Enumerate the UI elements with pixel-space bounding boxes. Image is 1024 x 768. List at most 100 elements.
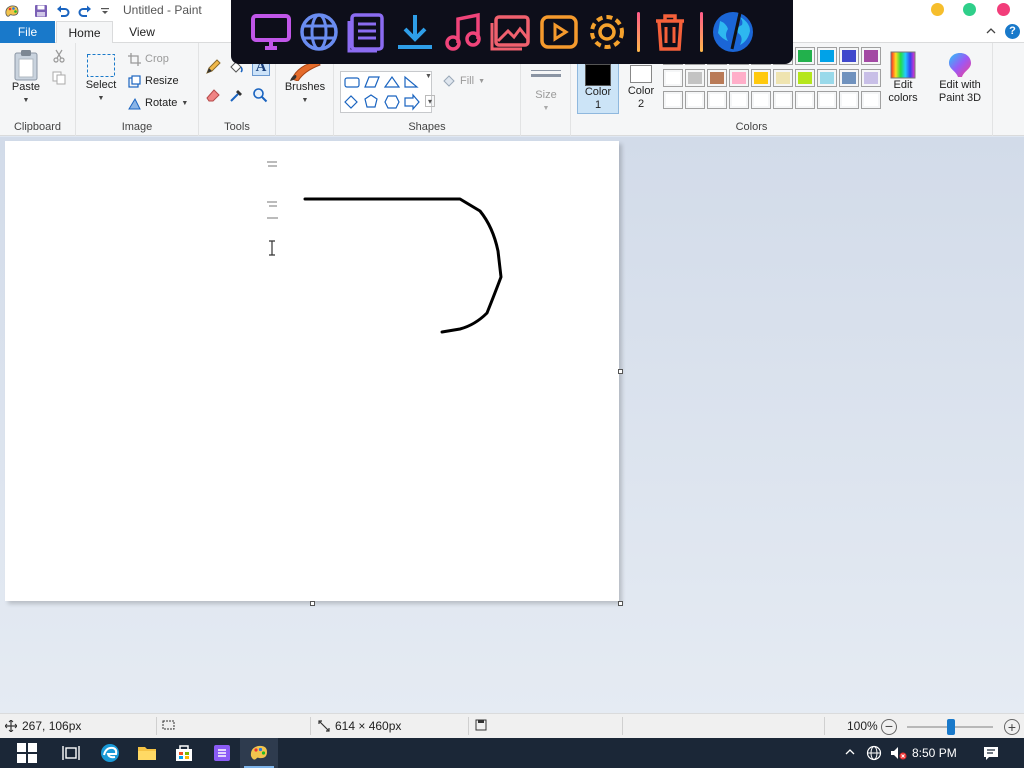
customize-quick-access-icon[interactable]: [96, 2, 114, 19]
palette-swatch[interactable]: [685, 91, 705, 109]
tab-file[interactable]: File: [0, 21, 55, 43]
palette-swatch[interactable]: [861, 47, 881, 65]
palette-swatch[interactable]: [773, 91, 793, 109]
taskbar-clock[interactable]: 8:50 PM: [912, 746, 957, 760]
palette-swatch[interactable]: [685, 69, 705, 87]
zoom-slider-thumb[interactable]: [947, 719, 955, 735]
fill-button[interactable]: Fill ▼: [442, 72, 485, 90]
triangle-shape-icon[interactable]: [383, 75, 401, 88]
edit-with-paint3d-button[interactable]: Edit with Paint 3D: [931, 51, 989, 105]
store-icon: [176, 745, 192, 761]
status-bar: 267, 106px 614 × 460px 100% − +: [0, 713, 1024, 738]
trash-icon[interactable]: [646, 8, 694, 56]
resize-button[interactable]: Resize: [128, 72, 179, 90]
music-icon[interactable]: [439, 8, 487, 56]
volume-muted-icon[interactable]: [889, 745, 907, 764]
palette-swatch[interactable]: [751, 91, 771, 109]
network-icon[interactable]: [866, 745, 882, 764]
copy-icon[interactable]: [52, 71, 66, 88]
pencil-icon[interactable]: [205, 59, 221, 78]
task-view-button[interactable]: [52, 738, 90, 768]
resize-handle-bottom[interactable]: [310, 601, 315, 606]
store-button[interactable]: [165, 738, 203, 768]
start-button[interactable]: [8, 738, 46, 768]
drawing-canvas[interactable]: [5, 141, 619, 601]
palette-swatch[interactable]: [817, 91, 837, 109]
tab-view[interactable]: View: [118, 21, 166, 43]
show-hidden-icons-button[interactable]: [845, 747, 855, 760]
crop-button[interactable]: Crop: [128, 50, 169, 68]
close-button[interactable]: [997, 3, 1010, 16]
pentagon-shape-icon[interactable]: [364, 94, 378, 108]
save-icon[interactable]: [32, 2, 50, 19]
palette-swatch[interactable]: [663, 91, 683, 109]
diamond-shape-icon[interactable]: [344, 95, 358, 109]
shapes-scroll-icon[interactable]: ▼: [425, 73, 432, 80]
arrow-shape-icon[interactable]: [404, 93, 420, 111]
rounded-rectangle-shape-icon[interactable]: [344, 77, 360, 88]
rotate-button[interactable]: Rotate ▼: [128, 94, 188, 112]
maximize-button[interactable]: [963, 3, 976, 16]
palette-swatch[interactable]: [861, 91, 881, 109]
palette-swatch[interactable]: [839, 69, 859, 87]
zoom-out-button[interactable]: −: [881, 719, 897, 735]
resize-handle-right[interactable]: [618, 369, 623, 374]
color2-button[interactable]: Color 2: [621, 59, 661, 114]
magnifier-icon[interactable]: [252, 87, 268, 106]
palette-swatch[interactable]: [795, 47, 815, 65]
zoom-in-button[interactable]: +: [1004, 719, 1020, 735]
image-icon[interactable]: [487, 8, 535, 56]
palette-swatch[interactable]: [707, 69, 727, 87]
zoom-level-text: 100%: [847, 719, 878, 733]
minimize-button[interactable]: [931, 3, 944, 16]
palette-swatch[interactable]: [729, 91, 749, 109]
palette-swatch[interactable]: [817, 69, 837, 87]
notebook-icon: [214, 745, 230, 761]
palette-swatch[interactable]: [729, 69, 749, 87]
settings-icon[interactable]: [583, 8, 631, 56]
collapse-ribbon-icon[interactable]: [985, 25, 997, 40]
notifications-icon[interactable]: [983, 745, 999, 764]
monitor-icon[interactable]: [247, 8, 295, 56]
document-icon[interactable]: [343, 8, 391, 56]
selection-size: [162, 719, 175, 731]
video-icon[interactable]: [535, 8, 583, 56]
paint-taskbar-button[interactable]: [240, 738, 278, 768]
palette-swatch[interactable]: [773, 69, 793, 87]
parallelogram-shape-icon[interactable]: [364, 76, 380, 88]
size-button[interactable]: Size ▼: [528, 69, 564, 115]
cut-icon[interactable]: [52, 49, 66, 66]
world-icon[interactable]: [709, 8, 757, 56]
palette-swatch[interactable]: [839, 47, 859, 65]
palette-swatch[interactable]: [663, 69, 683, 87]
notes-app-button[interactable]: [203, 738, 241, 768]
paste-button[interactable]: Paste ▼: [8, 49, 44, 107]
undo-icon[interactable]: [54, 2, 72, 19]
palette-swatch[interactable]: [751, 69, 771, 87]
edit-colors-button[interactable]: Edit colors: [883, 51, 923, 105]
resize-handle-corner[interactable]: [618, 601, 623, 606]
palette-swatch[interactable]: [817, 47, 837, 65]
shapes-more-icon[interactable]: ▾: [425, 95, 435, 107]
tab-home[interactable]: Home: [56, 21, 113, 44]
palette-swatch[interactable]: [795, 91, 815, 109]
palette-swatch[interactable]: [839, 91, 859, 109]
color1-button[interactable]: Color 1: [577, 59, 619, 114]
globe-icon[interactable]: [295, 8, 343, 56]
edit-paint3d-label-2: Paint 3D: [938, 92, 982, 104]
file-explorer-button[interactable]: [128, 738, 166, 768]
palette-swatch[interactable]: [861, 69, 881, 87]
right-triangle-shape-icon[interactable]: [404, 75, 419, 88]
palette-swatch[interactable]: [795, 69, 815, 87]
help-icon[interactable]: ?: [1005, 24, 1020, 39]
color-picker-icon[interactable]: [229, 87, 245, 106]
eraser-icon[interactable]: [205, 87, 221, 106]
paint-app-icon[interactable]: [3, 2, 21, 19]
redo-icon[interactable]: [76, 2, 94, 19]
shapes-gallery[interactable]: [340, 71, 432, 113]
palette-swatch[interactable]: [707, 91, 727, 109]
select-button[interactable]: Select ▼: [84, 53, 118, 105]
hexagon-shape-icon[interactable]: [384, 95, 400, 109]
edge-button[interactable]: [91, 738, 129, 768]
download-icon[interactable]: [391, 8, 439, 56]
